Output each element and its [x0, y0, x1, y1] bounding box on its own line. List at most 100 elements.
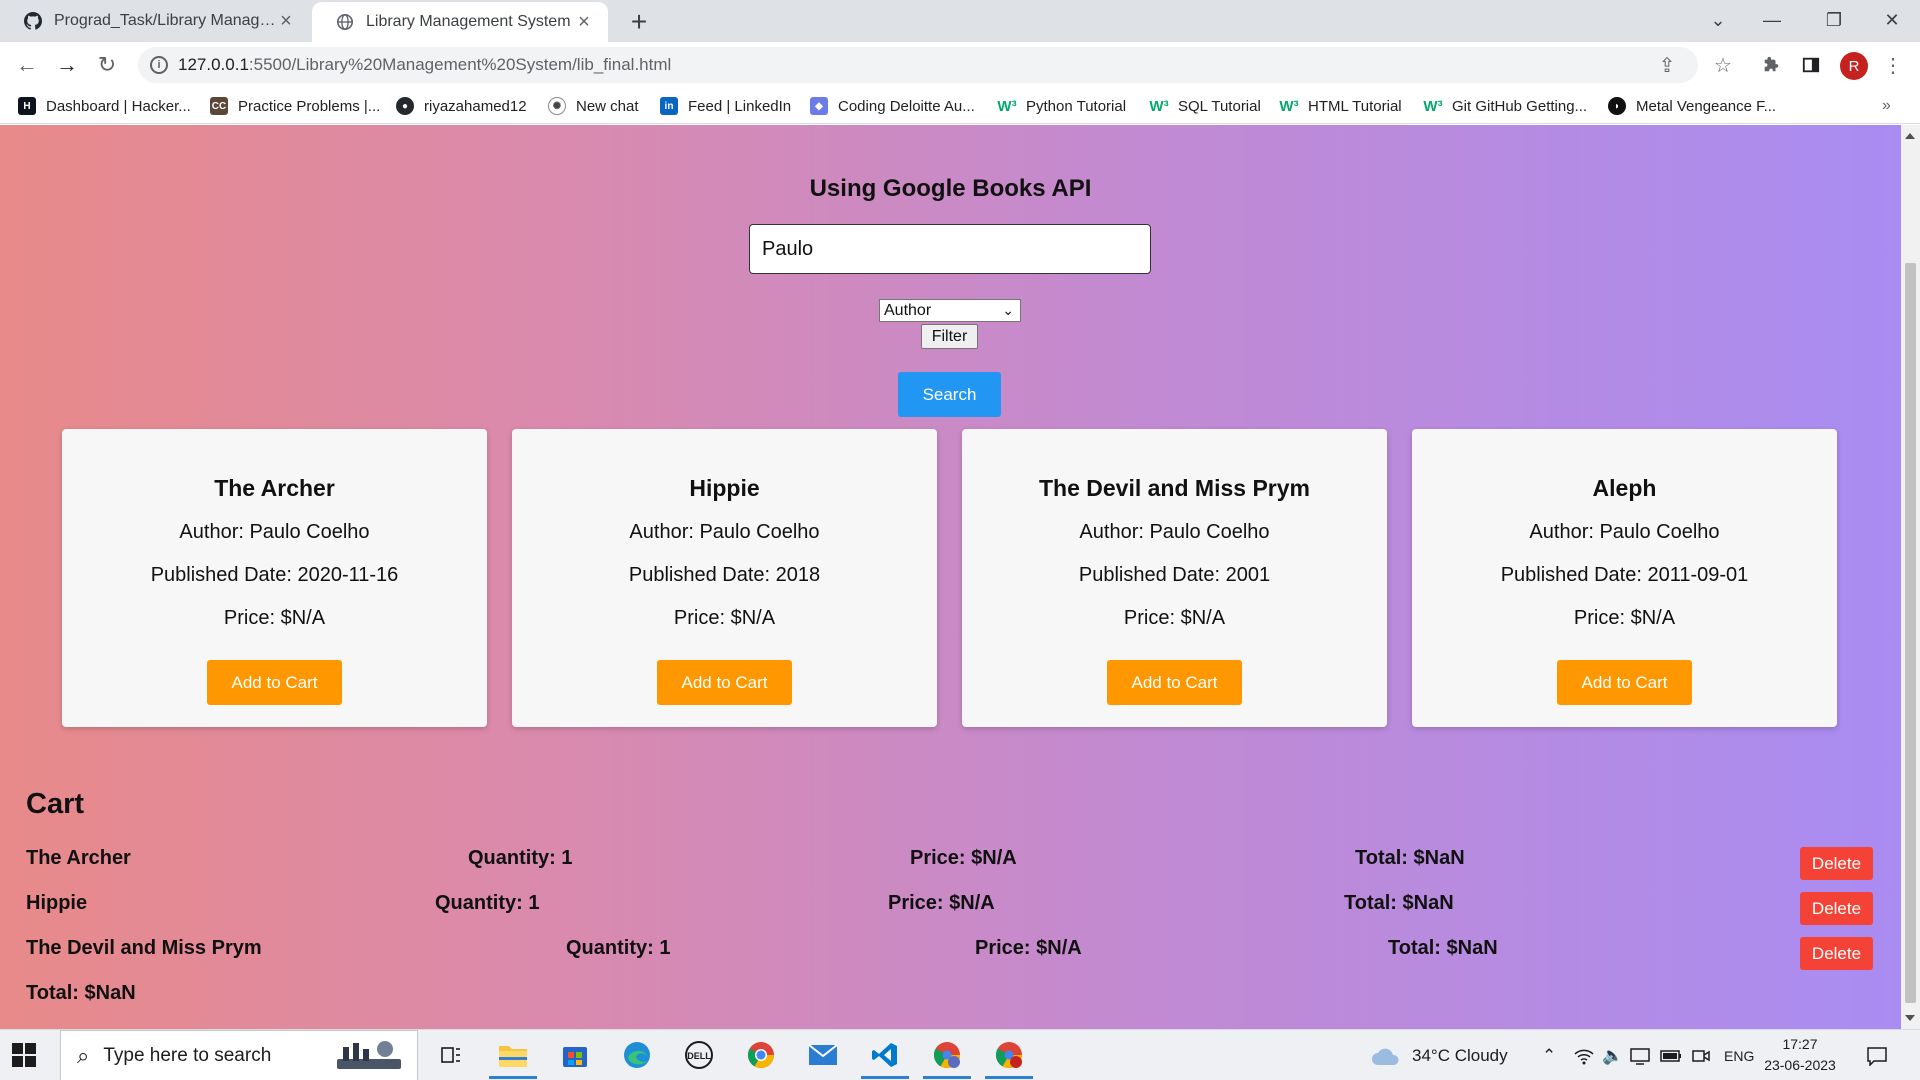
taskbar-search-box[interactable]: ⌕ Type here to search [60, 1030, 418, 1080]
scrollbar-thumb[interactable] [1905, 263, 1916, 1003]
cart-item-price: Price: $N/A [975, 937, 1082, 959]
bookmark-new-chat[interactable]: ✺ New chat [548, 94, 639, 118]
site-info-icon[interactable]: i [150, 56, 168, 74]
menu-kebab-icon[interactable]: ⋮ [1880, 52, 1906, 78]
windows-taskbar: ⌕ Type here to search DELL 34°C Cloudy ⌃… [0, 1029, 1920, 1080]
file-explorer-icon[interactable] [489, 1038, 537, 1079]
wifi-icon[interactable] [1574, 1030, 1594, 1080]
bookmark-sql-tutorial[interactable]: W³ SQL Tutorial [1149, 94, 1260, 118]
tab-title: Prograd_Task/Library Manageme [54, 12, 276, 29]
address-bar[interactable]: i 127.0.0.1:5500/Library%20Management%20… [138, 47, 1698, 83]
book-title: Hippie [689, 475, 760, 501]
delete-button[interactable]: Delete [1800, 892, 1873, 925]
taskbar-search-placeholder: Type here to search [103, 1044, 272, 1066]
vscode-icon[interactable] [861, 1038, 909, 1079]
camera-icon[interactable] [1692, 1030, 1710, 1080]
bookmark-git-github[interactable]: W³ Git GitHub Getting... [1423, 94, 1587, 118]
book-card: The Archer Author: Paulo Coelho Publishe… [62, 429, 487, 727]
chevron-down-icon: ⌄ [1002, 302, 1014, 318]
scroll-up-icon[interactable] [1905, 133, 1915, 139]
volume-icon[interactable]: 🔈 [1602, 1030, 1623, 1080]
cart-item-total: Total: $NaN [1388, 937, 1498, 959]
extensions-icon[interactable] [1758, 52, 1784, 78]
tab-github[interactable]: Prograd_Task/Library Manageme × [0, 0, 310, 42]
book-title: The Archer [214, 475, 335, 501]
chrome-icon[interactable] [744, 1038, 778, 1072]
tab-strip: Prograd_Task/Library Manageme × Library … [0, 0, 1920, 42]
browser-toolbar: ← → ↻ i 127.0.0.1:5500/Library%20Managem… [0, 42, 1920, 88]
language-indicator[interactable]: ENG [1724, 1030, 1754, 1080]
display-icon[interactable] [1630, 1030, 1650, 1080]
bookmark-coding-deloitte[interactable]: ◆ Coding Deloitte Au... [810, 94, 975, 118]
add-to-cart-button[interactable]: Add to Cart [657, 660, 792, 705]
bookmark-star-icon[interactable]: ☆ [1710, 52, 1736, 78]
battery-icon[interactable] [1660, 1030, 1682, 1080]
bookmark-practice-problems[interactable]: CC Practice Problems |... [210, 94, 380, 118]
bookmark-hackerrank[interactable]: H Dashboard | Hacker... [18, 94, 191, 118]
add-to-cart-button[interactable]: Add to Cart [207, 660, 342, 705]
book-price: Price: $N/A [673, 607, 776, 629]
book-author: Author: Paulo Coelho [629, 521, 820, 543]
weather-widget[interactable]: 34°C Cloudy [1370, 1030, 1508, 1080]
task-view-icon[interactable] [434, 1038, 468, 1072]
codechef-icon: CC [210, 97, 228, 115]
more-bookmarks-icon[interactable]: » [1882, 94, 1891, 118]
page-scrollbar[interactable] [1901, 125, 1920, 1029]
svg-text:DELL: DELL [687, 1051, 711, 1061]
scroll-down-icon[interactable] [1905, 1015, 1915, 1021]
mail-icon[interactable] [806, 1038, 840, 1072]
bookmark-python-tutorial[interactable]: W³ Python Tutorial [997, 94, 1126, 118]
notifications-icon[interactable] [1866, 1030, 1888, 1080]
book-author: Author: Paulo Coelho [1529, 521, 1720, 543]
filter-button[interactable]: Filter [921, 324, 978, 349]
book-card: The Devil and Miss Prym Author: Paulo Co… [962, 429, 1387, 727]
bookmark-metal-vengeance[interactable]: ◗ Metal Vengeance F... [1608, 94, 1776, 118]
show-hidden-icons-icon[interactable]: ⌃ [1542, 1030, 1556, 1080]
edge-icon[interactable] [620, 1038, 654, 1072]
close-tab-icon[interactable]: × [574, 11, 594, 34]
tab-library[interactable]: Library Management System × [312, 2, 608, 42]
side-panel-icon[interactable] [1798, 52, 1824, 78]
close-window-icon[interactable]: ✕ [1864, 0, 1920, 40]
close-tab-icon[interactable]: × [276, 10, 296, 33]
search-icon: ⌕ [77, 1042, 90, 1068]
back-icon[interactable]: ← [12, 50, 42, 80]
tab-search-chevron-icon[interactable]: ⌄ [1690, 0, 1746, 40]
chrome-active-icon[interactable] [985, 1038, 1033, 1079]
bookmark-linkedin[interactable]: in Feed | LinkedIn [660, 94, 791, 118]
delete-button[interactable]: Delete [1800, 847, 1873, 880]
delete-button[interactable]: Delete [1800, 937, 1873, 970]
cart-item-title: The Devil and Miss Prym [26, 937, 262, 959]
filter-select[interactable]: Author ⌄ [879, 299, 1021, 322]
book-card: Hippie Author: Paulo Coelho Published Da… [512, 429, 937, 727]
cart-item-quantity: Quantity: 1 [566, 937, 671, 959]
dell-icon[interactable]: DELL [682, 1038, 716, 1072]
search-button[interactable]: Search [898, 372, 1001, 417]
reload-icon[interactable]: ↻ [92, 50, 122, 80]
cart-item-price: Price: $N/A [910, 847, 1017, 869]
cart-item-title: Hippie [26, 892, 88, 914]
forward-icon[interactable]: → [52, 50, 82, 80]
share-icon[interactable]: ⇪ [1654, 52, 1680, 78]
book-published-date: Published Date: 2011-09-01 [1500, 564, 1749, 586]
bookmark-github-profile[interactable]: ● riyazahamed12 [396, 94, 527, 118]
weather-text: 34°C Cloudy [1412, 1045, 1508, 1065]
windows-start-icon[interactable] [12, 1043, 36, 1067]
hackerrank-icon: H [18, 97, 36, 115]
book-card: Aleph Author: Paulo Coelho Published Dat… [1412, 429, 1837, 727]
minimize-icon[interactable]: — [1744, 0, 1800, 40]
chrome-profile-icon[interactable] [923, 1038, 971, 1079]
add-to-cart-button[interactable]: Add to Cart [1557, 660, 1692, 705]
book-published-date: Published Date: 2018 [628, 564, 821, 586]
profile-avatar[interactable]: R [1840, 52, 1868, 80]
microsoft-store-icon[interactable] [558, 1038, 592, 1072]
search-input[interactable] [749, 224, 1151, 274]
globe-icon [336, 13, 354, 31]
maximize-icon[interactable]: ❐ [1806, 0, 1862, 40]
book-published-date: Published Date: 2020-11-16 [150, 564, 399, 586]
bookmark-html-tutorial[interactable]: W³ HTML Tutorial [1279, 94, 1401, 118]
clock[interactable]: 17:27 23-06-2023 [1760, 1034, 1840, 1076]
add-to-cart-button[interactable]: Add to Cart [1107, 660, 1242, 705]
new-tab-icon[interactable]: + [624, 6, 654, 38]
cart-heading: Cart [26, 788, 85, 820]
